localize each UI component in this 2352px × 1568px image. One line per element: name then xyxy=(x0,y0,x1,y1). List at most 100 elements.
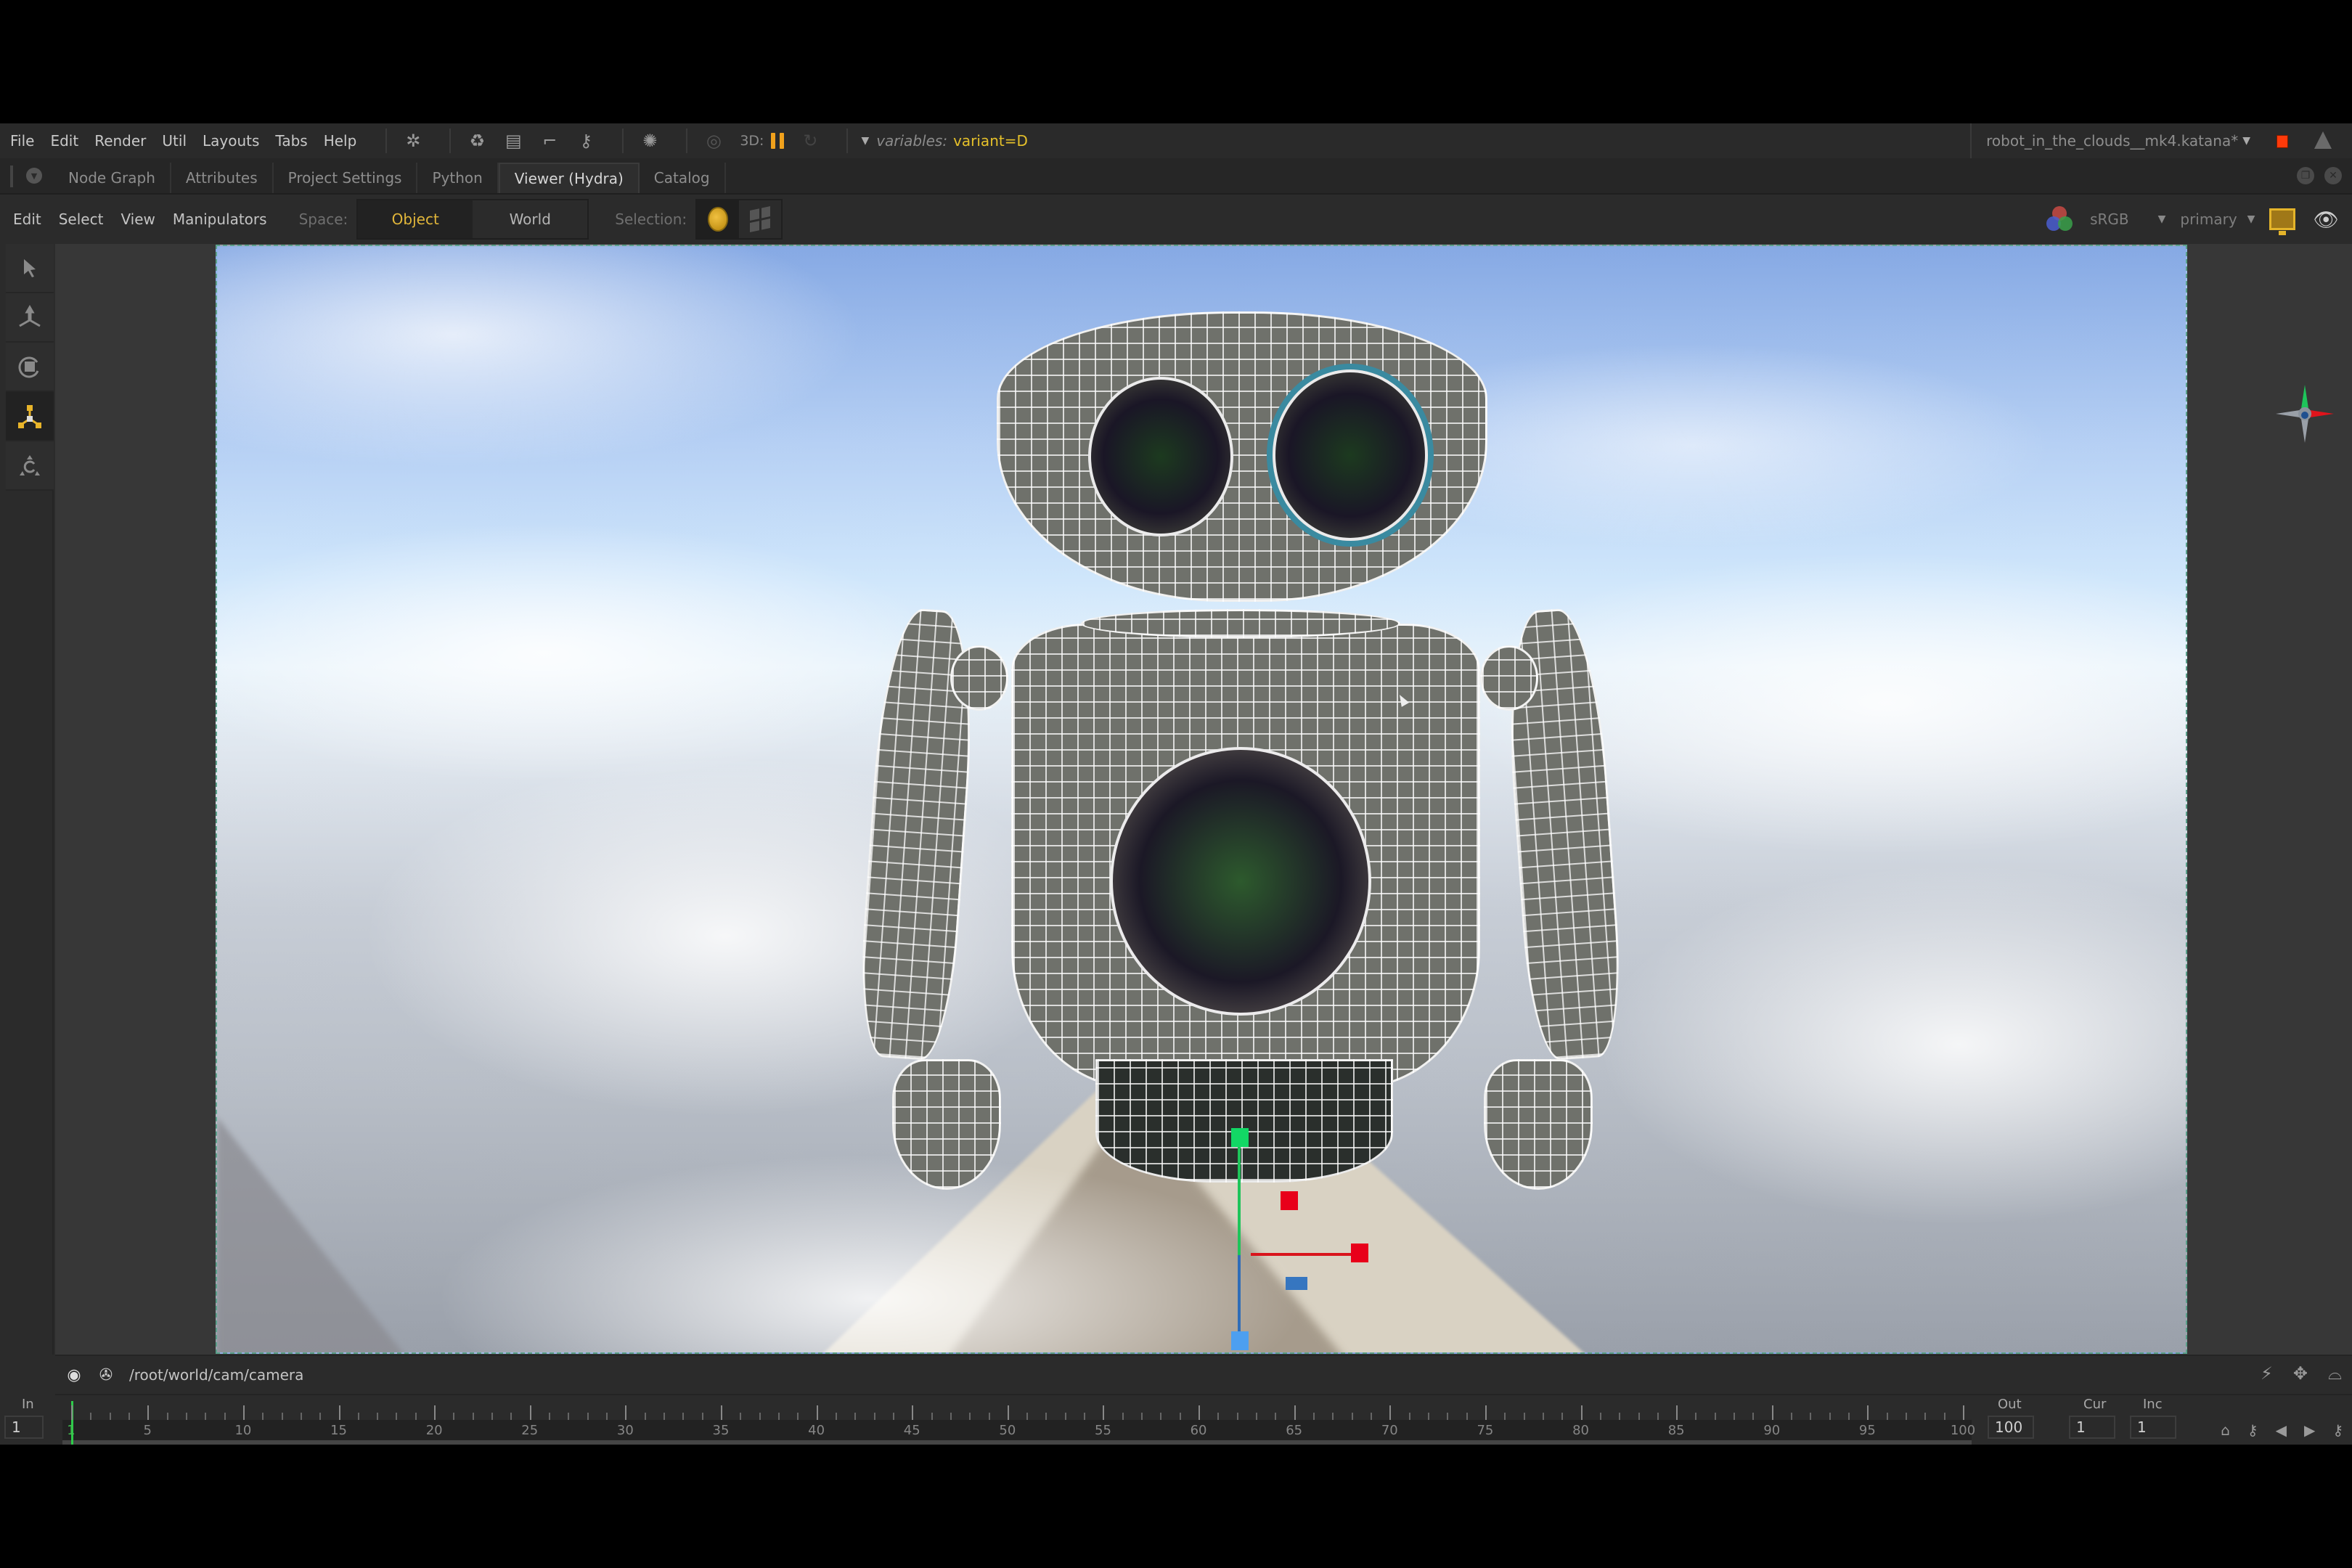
space-object-button[interactable]: Object xyxy=(358,200,473,238)
live-render-icon[interactable]: ◎ xyxy=(701,128,727,154)
graph-state-variables[interactable]: ▼ variables: variant=D xyxy=(861,132,1027,150)
in-frame-field[interactable]: 1 xyxy=(4,1416,44,1439)
select-tool[interactable] xyxy=(6,244,54,293)
x-scale-handle[interactable] xyxy=(1351,1244,1368,1262)
clapper-icon[interactable]: ▤ xyxy=(500,128,526,154)
3d-viewport-render[interactable] xyxy=(216,245,2187,1354)
ruler-tick xyxy=(720,1405,722,1420)
project-selector[interactable]: robot_in_the_clouds__mk4.katana* ▼ xyxy=(1970,123,2250,158)
colorspace-dropdown[interactable]: sRGB ▼ xyxy=(2090,211,2165,228)
space-world-button[interactable]: World xyxy=(473,200,587,238)
divider xyxy=(385,128,388,153)
tab-python[interactable]: Python xyxy=(417,163,499,193)
dropdown-triangle-icon: ▼ xyxy=(2157,213,2166,225)
tab-catalog[interactable]: Catalog xyxy=(640,163,726,193)
display-dropdown[interactable]: primary ▼ xyxy=(2180,211,2255,228)
ruler-tick xyxy=(338,1405,340,1420)
ruler-tick xyxy=(797,1413,799,1420)
pane-grip-handle[interactable] xyxy=(10,166,13,187)
prev-keyframe-icon[interactable]: ⚷ xyxy=(2247,1421,2258,1439)
ruler-tick xyxy=(319,1413,322,1420)
ruler-tick xyxy=(1867,1405,1869,1420)
tab-attributes[interactable]: Attributes xyxy=(171,163,274,193)
ruler-tick xyxy=(1752,1413,1755,1420)
ruler-tick xyxy=(1886,1413,1888,1420)
ruler-tick xyxy=(950,1413,952,1420)
visibility-eye-icon[interactable]: 👁 xyxy=(2313,208,2339,232)
next-keyframe-icon[interactable]: ⚷ xyxy=(2332,1421,2343,1439)
key-icon[interactable]: ⚷ xyxy=(573,128,599,154)
warning-icon[interactable] xyxy=(2314,131,2332,149)
step-forward-icon[interactable]: ▶ xyxy=(2304,1421,2315,1439)
menu-util[interactable]: Util xyxy=(162,132,187,150)
color-channels-icon[interactable] xyxy=(2046,206,2073,232)
current-frame-field[interactable]: 1 xyxy=(2069,1416,2115,1439)
viewer-menu-manipulators[interactable]: Manipulators xyxy=(173,211,267,228)
out-frame-field[interactable]: 100 xyxy=(1988,1416,2034,1439)
ruler-tick xyxy=(1427,1413,1429,1420)
float-pane-icon[interactable]: ❐ xyxy=(2297,167,2314,184)
viewer-menu-view[interactable]: View xyxy=(121,211,155,228)
settings-gear-icon[interactable]: ✲ xyxy=(400,128,426,154)
y-scale-handle[interactable] xyxy=(1231,1128,1249,1147)
xy-plane-handle[interactable] xyxy=(1281,1191,1298,1210)
transform-tool[interactable] xyxy=(6,441,54,491)
home-icon[interactable]: ⌂ xyxy=(2221,1421,2230,1439)
scale-tool[interactable] xyxy=(6,392,54,441)
ruler-frame-label: 5 xyxy=(143,1423,152,1438)
viewer-sync-icon[interactable]: ↻ xyxy=(797,128,823,154)
pane-menu-icon[interactable]: ▼ xyxy=(26,168,42,184)
ruler-tick xyxy=(1294,1405,1296,1420)
menu-edit[interactable]: Edit xyxy=(50,132,78,150)
menu-help[interactable]: Help xyxy=(324,132,357,150)
ruler-tick xyxy=(357,1413,359,1420)
ruler-tick xyxy=(1714,1413,1716,1420)
ruler-tick xyxy=(835,1413,837,1420)
tab-label: Attributes xyxy=(185,169,258,187)
ruler-tick xyxy=(969,1413,971,1420)
visibility-eye-icon[interactable]: ◉ xyxy=(65,1366,83,1384)
increment-field[interactable]: 1 xyxy=(2130,1416,2176,1439)
timeline-scrubber[interactable] xyxy=(62,1440,1972,1445)
camera-path[interactable]: /root/world/cam/camera xyxy=(129,1366,303,1384)
menu-render[interactable]: Render xyxy=(94,132,146,150)
recycle-icon[interactable]: ♻ xyxy=(464,128,490,154)
ruler-tick xyxy=(90,1413,92,1420)
object-selection-button[interactable] xyxy=(697,200,740,238)
ruler-tick xyxy=(912,1405,914,1420)
face-selection-button[interactable] xyxy=(739,200,781,238)
ruler-tick xyxy=(1370,1413,1372,1420)
ruler-tick xyxy=(1122,1413,1124,1420)
viewer-menu-edit[interactable]: Edit xyxy=(13,211,41,228)
camera-aperture-icon[interactable]: ✇ xyxy=(97,1366,115,1384)
rotate-tool[interactable] xyxy=(6,343,54,392)
pipe-icon[interactable]: ⌐ xyxy=(536,128,563,154)
monitor-icon[interactable] xyxy=(2269,208,2296,235)
render-filter-icon[interactable]: ✺ xyxy=(637,128,663,154)
translate-tool[interactable] xyxy=(6,293,54,343)
tab-project-settings[interactable]: Project Settings xyxy=(274,163,418,193)
menu-file[interactable]: File xyxy=(10,132,34,150)
ruler-frame-label: 25 xyxy=(521,1423,539,1438)
render-status-icon[interactable] xyxy=(2277,135,2288,148)
orientation-gizmo-icon[interactable] xyxy=(2272,381,2337,446)
ruler-tick xyxy=(740,1413,742,1420)
space-label: Space: xyxy=(298,211,348,228)
tab-viewer-hydra[interactable]: Viewer (Hydra) xyxy=(498,163,640,193)
ruler-tick xyxy=(1236,1413,1238,1420)
camera-flash-icon[interactable]: ⚡ xyxy=(2261,1363,2273,1384)
step-back-icon[interactable]: ◀ xyxy=(2276,1421,2287,1439)
pan-move-icon[interactable]: ✥ xyxy=(2293,1363,2308,1384)
frame-ruler[interactable]: 1 5 10 15 20 25 30 35 40 45 50 55 60 65 70 75 80 85 90 95 10… xyxy=(62,1401,1975,1445)
menu-layouts[interactable]: Layouts xyxy=(203,132,259,150)
pause-3d-button[interactable] xyxy=(771,133,785,149)
z-scale-handle[interactable] xyxy=(1231,1331,1249,1350)
viewer-menu-select[interactable]: Select xyxy=(59,211,104,228)
ruler-tick xyxy=(1179,1413,1181,1420)
tab-node-graph[interactable]: Node Graph xyxy=(54,163,171,193)
xz-plane-handle[interactable] xyxy=(1286,1277,1307,1290)
close-pane-icon[interactable]: ✕ xyxy=(2324,167,2342,184)
stereo-glasses-icon[interactable]: ⌓ xyxy=(2328,1363,2342,1384)
colorspace-value: sRGB xyxy=(2090,211,2129,228)
menu-tabs[interactable]: Tabs xyxy=(275,132,307,150)
